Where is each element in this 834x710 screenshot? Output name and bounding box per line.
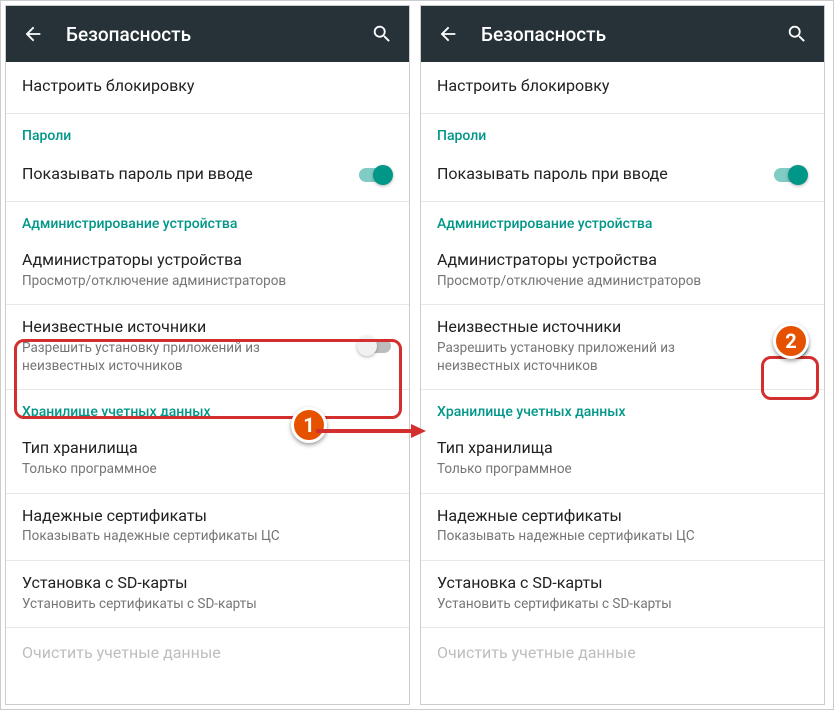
device-admins-item[interactable]: Администраторы устройства Просмотр/отклю… xyxy=(421,238,824,305)
page-title: Безопасность xyxy=(66,23,347,46)
credentials-section-header: Хранилище учетных данных xyxy=(421,390,824,426)
settings-content[interactable]: Настроить блокировку Пароли Показывать п… xyxy=(421,62,824,680)
page-title: Безопасность xyxy=(481,23,762,46)
admin-section-header: Администрирование устройства xyxy=(421,202,824,238)
admin-section-header: Администрирование устройства xyxy=(6,202,409,238)
app-bar: Безопасность xyxy=(421,6,824,62)
storage-type-item[interactable]: Тип хранилища Только программное xyxy=(421,426,824,493)
configure-lock-item[interactable]: Настроить блокировку xyxy=(6,62,409,114)
search-button[interactable] xyxy=(371,23,393,45)
passwords-section-header: Пароли xyxy=(6,114,409,150)
app-bar: Безопасность xyxy=(6,6,409,62)
configure-lock-title: Настроить блокировку xyxy=(437,76,808,97)
show-password-item[interactable]: Показывать пароль при вводе xyxy=(6,150,409,202)
install-sd-sub: Установить сертификаты с SD-карты xyxy=(22,596,393,614)
show-password-title: Показывать пароль при вводе xyxy=(22,164,345,185)
configure-lock-item[interactable]: Настроить блокировку xyxy=(421,62,824,114)
unknown-sources-item[interactable]: Неизвестные источники Разрешить установк… xyxy=(6,305,409,390)
show-password-toggle[interactable] xyxy=(357,165,393,185)
settings-content[interactable]: Настроить блокировку Пароли Показывать п… xyxy=(6,62,409,680)
show-password-item[interactable]: Показывать пароль при вводе xyxy=(421,150,824,202)
passwords-section-header: Пароли xyxy=(421,114,824,150)
back-button[interactable] xyxy=(22,23,42,45)
device-admins-sub: Просмотр/отключение администраторов xyxy=(437,273,808,291)
clear-creds-title: Очистить учетные данные xyxy=(22,643,393,664)
storage-type-title: Тип хранилища xyxy=(437,438,808,459)
install-sd-item[interactable]: Установка с SD-карты Установить сертифик… xyxy=(6,561,409,628)
arrow-back-icon xyxy=(437,23,459,45)
install-sd-title: Установка с SD-карты xyxy=(437,573,808,594)
install-sd-title: Установка с SD-карты xyxy=(22,573,393,594)
arrow-back-icon xyxy=(22,23,44,45)
storage-type-title: Тип хранилища xyxy=(22,438,393,459)
trusted-certs-sub: Показывать надежные сертификаты ЦС xyxy=(437,528,808,546)
configure-lock-title: Настроить блокировку xyxy=(22,76,393,97)
device-admins-title: Администраторы устройства xyxy=(22,250,393,271)
trusted-certs-item[interactable]: Надежные сертификаты Показывать надежные… xyxy=(6,494,409,561)
trusted-certs-item[interactable]: Надежные сертификаты Показывать надежные… xyxy=(421,494,824,561)
search-icon xyxy=(371,23,393,45)
trusted-certs-title: Надежные сертификаты xyxy=(437,506,808,527)
storage-type-item[interactable]: Тип хранилища Только программное xyxy=(6,426,409,493)
show-password-toggle[interactable] xyxy=(772,165,808,185)
storage-type-sub: Только программное xyxy=(22,461,393,479)
clear-creds-title: Очистить учетные данные xyxy=(437,643,808,664)
screen-after: Безопасность Настроить блокировку Пароли… xyxy=(420,5,825,705)
search-icon xyxy=(786,23,808,45)
step-marker-1: 1 xyxy=(291,407,327,443)
back-button[interactable] xyxy=(437,23,457,45)
trusted-certs-title: Надежные сертификаты xyxy=(22,506,393,527)
clear-creds-item: Очистить учетные данные xyxy=(421,628,824,680)
unknown-sources-title: Неизвестные источники xyxy=(22,317,345,338)
unknown-sources-sub: Разрешить установку приложений из неизве… xyxy=(437,340,760,375)
install-sd-item[interactable]: Установка с SD-карты Установить сертифик… xyxy=(421,561,824,628)
storage-type-sub: Только программное xyxy=(437,461,808,479)
unknown-sources-sub: Разрешить установку приложений из неизве… xyxy=(22,340,345,375)
show-password-title: Показывать пароль при вводе xyxy=(437,164,760,185)
screen-before: Безопасность Настроить блокировку Пароли… xyxy=(5,5,410,705)
install-sd-sub: Установить сертификаты с SD-карты xyxy=(437,596,808,614)
search-button[interactable] xyxy=(786,23,808,45)
unknown-sources-item[interactable]: Неизвестные источники Разрешить установк… xyxy=(421,305,824,390)
trusted-certs-sub: Показывать надежные сертификаты ЦС xyxy=(22,528,393,546)
clear-creds-item: Очистить учетные данные xyxy=(6,628,409,680)
unknown-sources-title: Неизвестные источники xyxy=(437,317,760,338)
device-admins-item[interactable]: Администраторы устройства Просмотр/отклю… xyxy=(6,238,409,305)
unknown-sources-toggle-off[interactable] xyxy=(357,336,393,356)
step-marker-2: 2 xyxy=(773,323,809,359)
device-admins-title: Администраторы устройства xyxy=(437,250,808,271)
device-admins-sub: Просмотр/отключение администраторов xyxy=(22,273,393,291)
credentials-section-header: Хранилище учетных данных xyxy=(6,390,409,426)
